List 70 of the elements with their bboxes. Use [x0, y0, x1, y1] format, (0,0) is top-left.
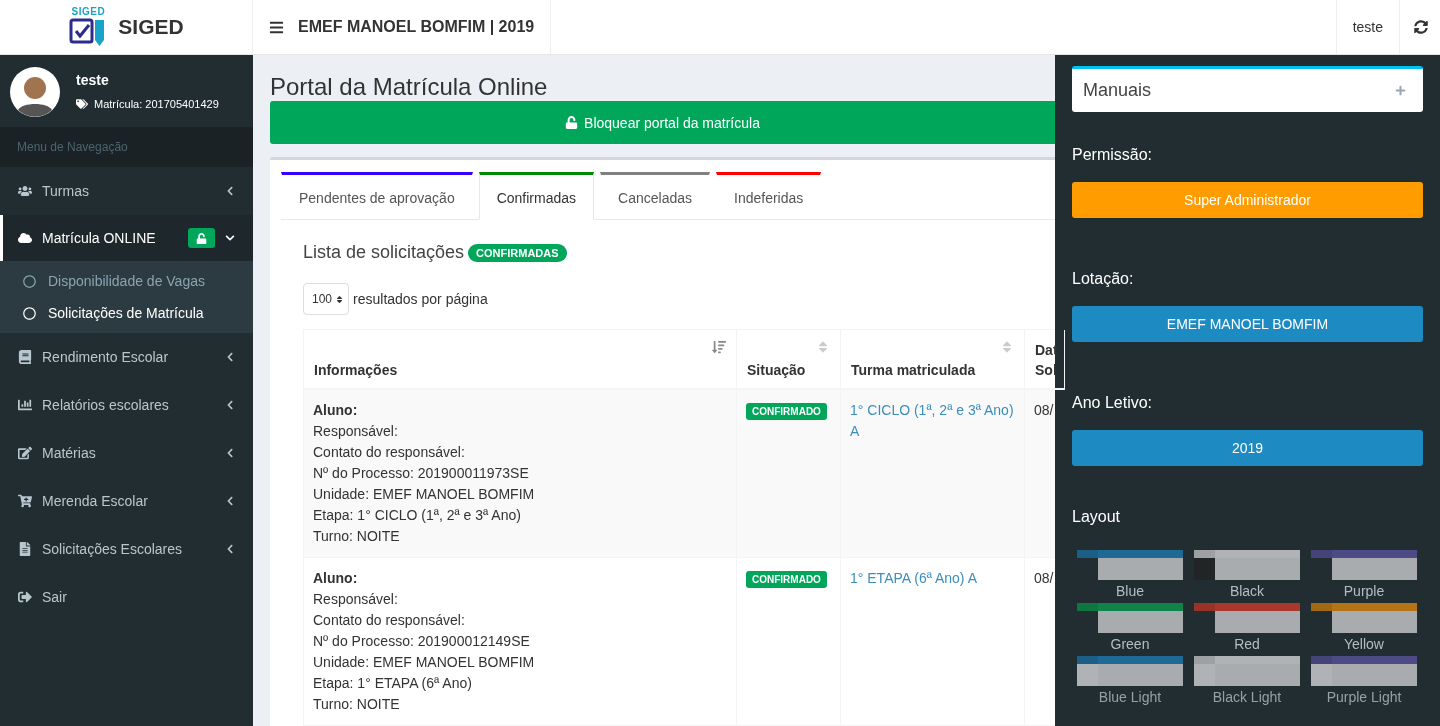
brand-name: SIGED [118, 15, 184, 39]
logout-icon [18, 590, 32, 604]
edit-icon [18, 446, 32, 460]
chevron-left-icon [225, 186, 235, 196]
tags-icon [76, 98, 88, 110]
menu-icon[interactable] [269, 19, 284, 35]
skin-option[interactable]: Blue [1077, 550, 1183, 599]
user-avatar [10, 67, 60, 117]
book-icon [18, 350, 32, 364]
menu-item[interactable]: Sair [0, 573, 253, 621]
chevron-left-icon [225, 448, 235, 458]
year-button[interactable]: 2019 [1072, 430, 1423, 466]
status-tab[interactable]: Confirmadas [478, 172, 595, 220]
status-label: CONFIRMADO [746, 403, 827, 420]
unlock-badge [188, 228, 215, 248]
bar-chart-icon [18, 398, 32, 412]
status-tab[interactable]: Canceladas [600, 172, 710, 220]
chevron-left-icon [225, 400, 235, 410]
skin-option[interactable]: Black [1194, 550, 1300, 599]
user-name: teste [76, 72, 110, 88]
skin-option[interactable]: Purple Light [1311, 656, 1417, 705]
permission-label: Permissão: [1072, 146, 1154, 164]
skin-option[interactable]: Green [1077, 603, 1183, 652]
table-cell: Aluno: Responsável: Contato do responsável: Nº do Processo: 201900011973SE Unidade: EMEF MANOEL BOMFIM Etapa: 1° CICLO (1ª, 2ª e 3ª Ano) Turno: NOITE [304, 390, 737, 558]
status-tab[interactable]: Indeferidas [716, 172, 822, 220]
school-title: EMEF MANOEL BOMFIM | 2019 [298, 18, 535, 36]
menu-item[interactable]: Relatórios escolares [0, 381, 253, 429]
year-label: Ano Letivo: [1072, 394, 1154, 412]
skin-option[interactable]: Yellow [1311, 603, 1417, 652]
unlock-icon [565, 116, 579, 129]
skin-option[interactable]: Black Light [1194, 656, 1300, 705]
sort-icon[interactable] [712, 340, 726, 354]
refresh-icon [1414, 20, 1428, 34]
page-size-select[interactable]: 100 [303, 283, 350, 315]
submenu-item[interactable]: Solicitações de Matrícula [0, 297, 253, 329]
chevron-left-icon [225, 352, 235, 362]
chevron-left-icon [225, 496, 235, 506]
status-tab[interactable]: Pendentes de aprovação [281, 172, 473, 220]
spinner-icon [335, 294, 345, 304]
page-size-label: resultados por página [353, 291, 488, 307]
status-label: CONFIRMADO [746, 571, 827, 588]
chevron-down-icon [225, 233, 235, 243]
plus-icon[interactable] [1395, 85, 1406, 96]
cloud-icon [18, 231, 32, 245]
menu-item[interactable]: Rendimento Escolar [0, 333, 253, 381]
menu-item[interactable]: Merenda Escolar [0, 477, 253, 525]
status-badge: CONFIRMADAS [468, 243, 567, 262]
chevron-left-icon [225, 544, 235, 554]
cart-icon [18, 494, 32, 508]
skin-option[interactable]: Red [1194, 603, 1300, 652]
location-button[interactable]: EMEF MANOEL BOMFIM [1072, 306, 1423, 342]
users-icon [18, 184, 32, 198]
list-title: Lista de solicitações [303, 242, 465, 263]
class-link[interactable]: 1° ETAPA (6ª Ano) A [850, 568, 1015, 589]
submenu-item[interactable]: Disponibilidade de Vagas [0, 265, 253, 297]
table-cell: Aluno: Responsável: Contato do responsável: Nº do Processo: 201900012149SE Unidade: EMEF MANOEL BOMFIM Etapa: 1° ETAPA (6ª Ano) Turno: NOITE [304, 558, 737, 726]
registration-number: Matrícula: 201705401429 [94, 98, 219, 110]
menu-section-title: Menu de Navegação [0, 127, 253, 167]
location-label: Lotação: [1072, 270, 1135, 288]
menu-item[interactable]: Matérias [0, 429, 253, 477]
skin-option[interactable]: Purple [1311, 550, 1417, 599]
menu-item[interactable]: Solicitações Escolares [0, 525, 253, 573]
page-title: Portal da Matrícula Online [270, 73, 549, 101]
layout-label: Layout [1072, 508, 1122, 526]
manuals-panel[interactable]: Manuais [1072, 66, 1423, 112]
user-menu[interactable]: teste [1335, 0, 1399, 54]
document-icon [18, 542, 32, 556]
menu-item[interactable]: Turmas [0, 167, 253, 215]
menu-item[interactable]: Matrícula ONLINE [0, 215, 253, 261]
skin-option[interactable]: Blue Light [1077, 656, 1183, 705]
